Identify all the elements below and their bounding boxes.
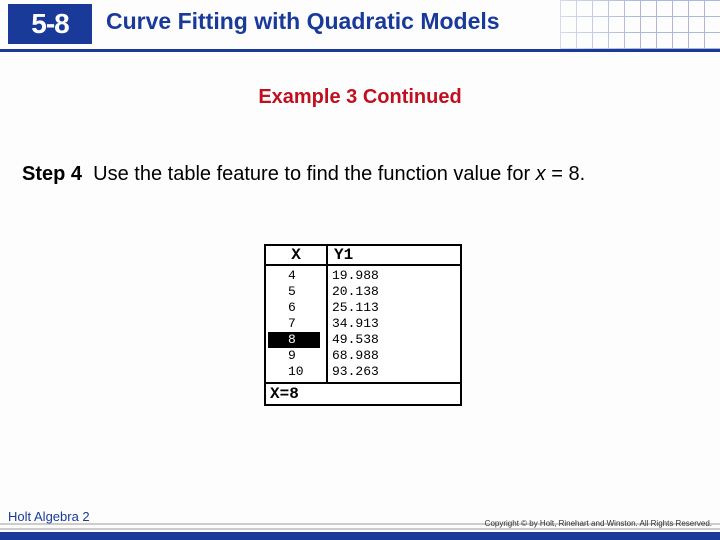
table-row: 6 (288, 300, 322, 316)
footer-book-title: Holt Algebra 2 (8, 509, 90, 524)
calc-y-column: 19.98820.13825.11334.91349.53868.98893.2… (328, 266, 460, 382)
step-text: Use the table feature to find the functi… (93, 163, 536, 185)
table-row: 20.138 (332, 284, 456, 300)
table-row: 10 (288, 364, 322, 380)
calculator-table-screenshot: X Y1 45678910 19.98820.13825.11334.91349… (264, 244, 462, 406)
table-row: 9 (288, 348, 322, 364)
calc-col-x-header: X (266, 246, 328, 264)
table-row: 5 (288, 284, 322, 300)
example-heading: Example 3 Continued (0, 86, 720, 109)
table-row: 93.263 (332, 364, 456, 380)
step-text-after: = 8. (546, 163, 585, 185)
lesson-title: Curve Fitting with Quadratic Models (106, 8, 500, 35)
table-row: 68.988 (332, 348, 456, 364)
calc-x-column: 45678910 (266, 266, 328, 382)
copyright-text: Copyright © by Holt, Rinehart and Winsto… (485, 519, 712, 528)
table-row: 25.113 (332, 300, 456, 316)
calc-col-y-header: Y1 (328, 246, 460, 264)
table-row: 19.988 (332, 268, 456, 284)
footer-solid-bar (0, 532, 720, 540)
lesson-number-box: 5-8 (8, 4, 92, 44)
calc-body: 45678910 19.98820.13825.11334.91349.5386… (266, 266, 460, 382)
calc-header-row: X Y1 (266, 246, 460, 266)
header-divider (0, 49, 720, 52)
table-row: 8 (268, 332, 320, 348)
step-label: Step 4 (22, 163, 82, 185)
table-row: 4 (288, 268, 322, 284)
header-grid-fade (480, 0, 640, 52)
step-instruction: Step 4 Use the table feature to find the… (22, 160, 698, 188)
table-row: 49.538 (332, 332, 456, 348)
calc-footer: X=8 (266, 382, 460, 404)
step-variable: x (536, 163, 546, 185)
table-row: 34.913 (332, 316, 456, 332)
table-row: 7 (288, 316, 322, 332)
